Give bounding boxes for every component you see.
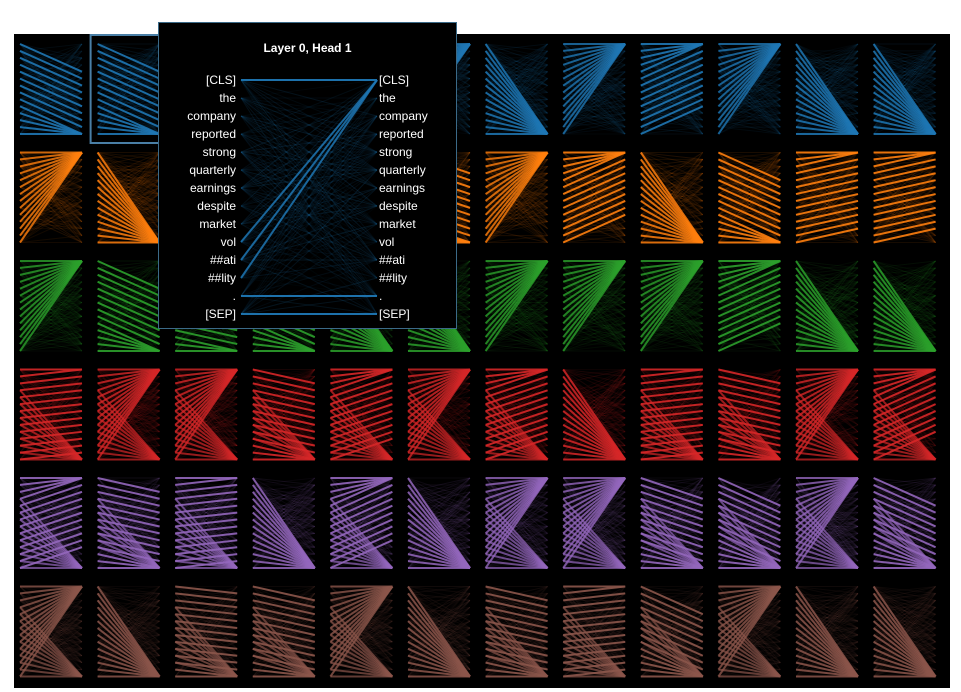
attention-head-thumbnail-2-10[interactable] <box>792 255 864 357</box>
attention-head-thumbnail-1-0[interactable] <box>16 146 88 249</box>
attention-head-thumbnail-1-7[interactable] <box>559 146 632 249</box>
attention-head-thumbnail-0-1[interactable] <box>93 38 166 140</box>
attention-head-thumbnail-2-1[interactable] <box>93 255 166 357</box>
attention-head-thumbnail-0-0[interactable] <box>16 38 88 140</box>
attention-head-thumbnail-3-2[interactable] <box>171 363 244 466</box>
attention-head-thumbnail-1-9[interactable] <box>714 146 787 249</box>
attention-head-thumbnail-3-3[interactable] <box>248 363 321 466</box>
attention-head-thumbnail-3-1[interactable] <box>93 363 166 466</box>
attention-head-thumbnail-2-6[interactable] <box>481 255 554 357</box>
attention-head-thumbnail-2-0[interactable] <box>16 255 88 357</box>
attention-head-thumbnail-1-6[interactable] <box>481 146 554 249</box>
attention-head-thumbnail-0-8[interactable] <box>636 38 709 140</box>
attention-head-thumbnail-1-8[interactable] <box>636 146 709 249</box>
attention-thumbnail-grid[interactable] <box>0 0 961 692</box>
attention-head-thumbnail-1-10[interactable] <box>792 146 864 249</box>
attention-head-thumbnail-0-7[interactable] <box>559 38 632 140</box>
attention-head-thumbnail-2-7[interactable] <box>559 255 632 357</box>
attention-head-thumbnail-1-11[interactable] <box>869 146 942 249</box>
attention-head-thumbnail-2-9[interactable] <box>714 255 787 357</box>
attention-head-thumbnail-0-9[interactable] <box>714 38 787 140</box>
attention-head-thumbnail-0-11[interactable] <box>869 38 942 140</box>
attention-head-thumbnail-0-10[interactable] <box>792 38 864 140</box>
attention-head-thumbnail-3-4[interactable] <box>326 363 399 466</box>
attention-head-thumbnail-0-6[interactable] <box>481 38 554 140</box>
attention-head-thumbnail-2-8[interactable] <box>636 255 709 357</box>
attention-head-thumbnail-3-0[interactable] <box>16 363 88 466</box>
attention-head-thumbnail-2-11[interactable] <box>869 255 942 357</box>
attention-head-thumbnail-1-1[interactable] <box>93 146 166 249</box>
